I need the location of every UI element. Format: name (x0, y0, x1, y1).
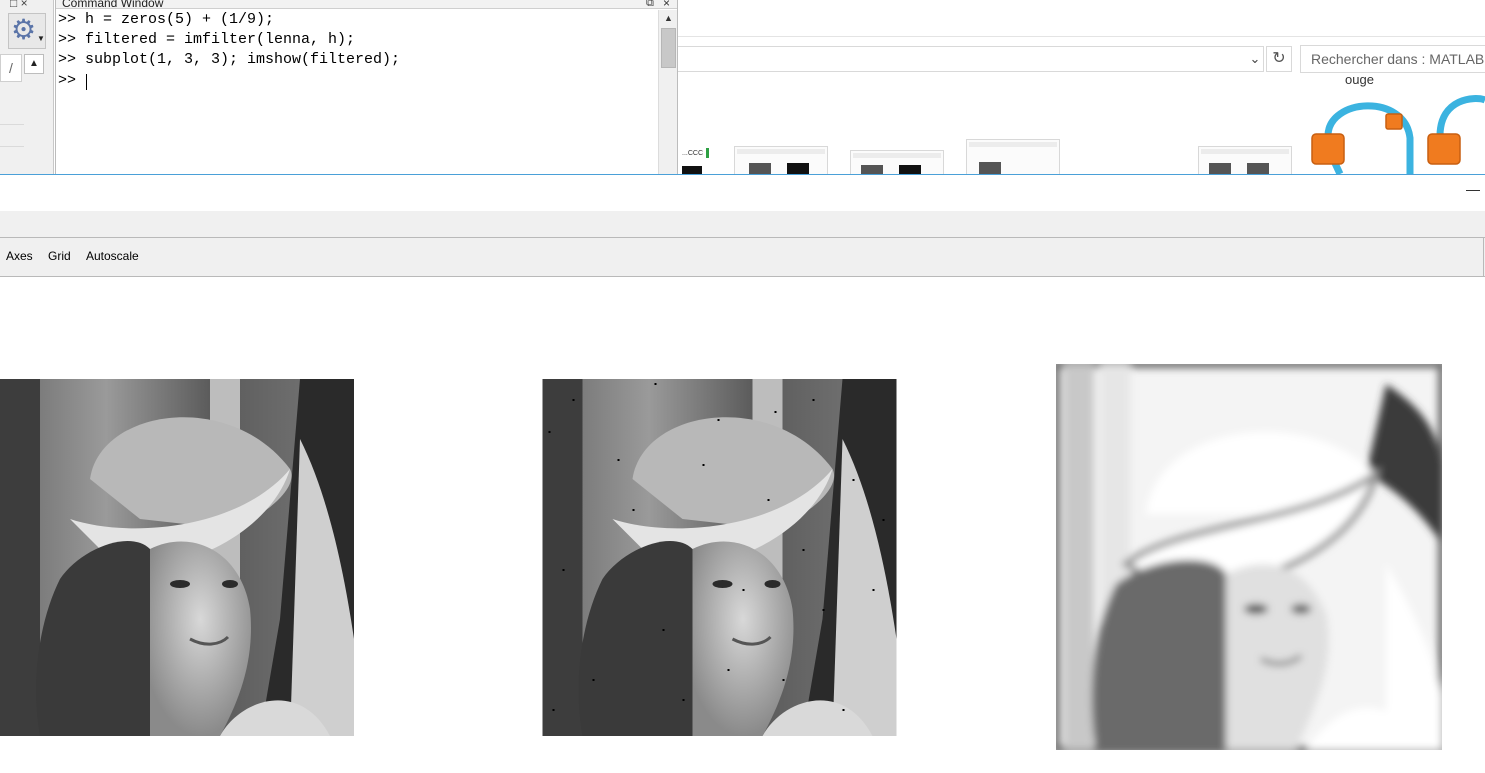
settings-button[interactable]: ⚙ ▼ (8, 13, 46, 49)
orange-port-block-3 (1427, 133, 1461, 165)
chevron-down-icon: ▼ (37, 34, 45, 43)
orange-port-block-2 (1385, 113, 1403, 130)
explorer-header-strip (678, 0, 1485, 37)
left-tool-panel: □ × ⚙ ▼ / ▲ (0, 0, 54, 174)
command-line: >> subplot(1, 3, 3); imshow(filtered); (58, 51, 401, 68)
minimize-button[interactable]: — (1466, 181, 1480, 197)
dark-block (682, 166, 702, 174)
panel-window-controls: □ × (10, 0, 28, 10)
figure-thumbnail-3[interactable] (966, 139, 1060, 174)
undock-icon[interactable]: ⧉ (646, 0, 654, 10)
partial-label: ouge (1345, 72, 1374, 87)
figure-menu-strip (0, 211, 1485, 238)
image-noisy-graphic (542, 379, 897, 736)
orange-port-block-1 (1311, 133, 1345, 165)
address-bar[interactable] (678, 46, 1264, 72)
divider (1483, 238, 1484, 276)
command-window-title: Command Window (56, 0, 677, 9)
thumbnail-label: ...CCC (680, 146, 710, 174)
thumbnail-label-text: ...CCC (682, 150, 703, 157)
image-original-graphic (0, 379, 354, 736)
green-bar (706, 148, 709, 158)
command-line: >> filtered = imfilter(lenna, h); (58, 31, 356, 48)
search-input[interactable]: Rechercher dans : MATLAB (1300, 45, 1485, 73)
pencil-icon[interactable]: / (0, 54, 22, 82)
divider (0, 146, 24, 147)
text-cursor (86, 74, 87, 90)
figure-thumbnail-1[interactable] (734, 146, 828, 174)
scroll-thumb[interactable] (661, 28, 676, 68)
figure-thumbnail-2[interactable] (850, 150, 944, 174)
command-prompt[interactable]: >> (58, 71, 85, 91)
gear-icon: ⚙ (11, 14, 37, 45)
scroll-up-button[interactable]: ▲ (24, 54, 44, 74)
refresh-button[interactable]: ↻ (1266, 46, 1292, 72)
scroll-up-arrow[interactable]: ▲ (659, 12, 677, 24)
cyan-arc-right (1436, 95, 1485, 137)
figure-toolbar: Axes Grid Autoscale (0, 238, 1485, 277)
image-noisy[interactable] (541, 379, 898, 736)
diagram-blocks (1311, 95, 1485, 174)
vertical-scrollbar[interactable]: ▲ (658, 10, 677, 174)
image-filtered[interactable] (1056, 364, 1442, 750)
figure-thumbnail-4[interactable] (1198, 146, 1292, 174)
command-line: >> h = zeros(5) + (1/9); (58, 11, 275, 28)
command-window[interactable]: Command Window ⧉ × >> h = zeros(5) + (1/… (55, 0, 678, 174)
divider (0, 124, 24, 125)
close-icon[interactable]: × (663, 0, 670, 10)
chevron-down-icon[interactable]: ⌄ (1246, 46, 1264, 72)
image-original[interactable] (0, 379, 354, 736)
autoscale-menu[interactable]: Autoscale (86, 249, 139, 263)
grid-menu[interactable]: Grid (48, 249, 71, 263)
image-filtered-graphic (1056, 364, 1442, 750)
axes-menu[interactable]: Axes (6, 249, 33, 263)
